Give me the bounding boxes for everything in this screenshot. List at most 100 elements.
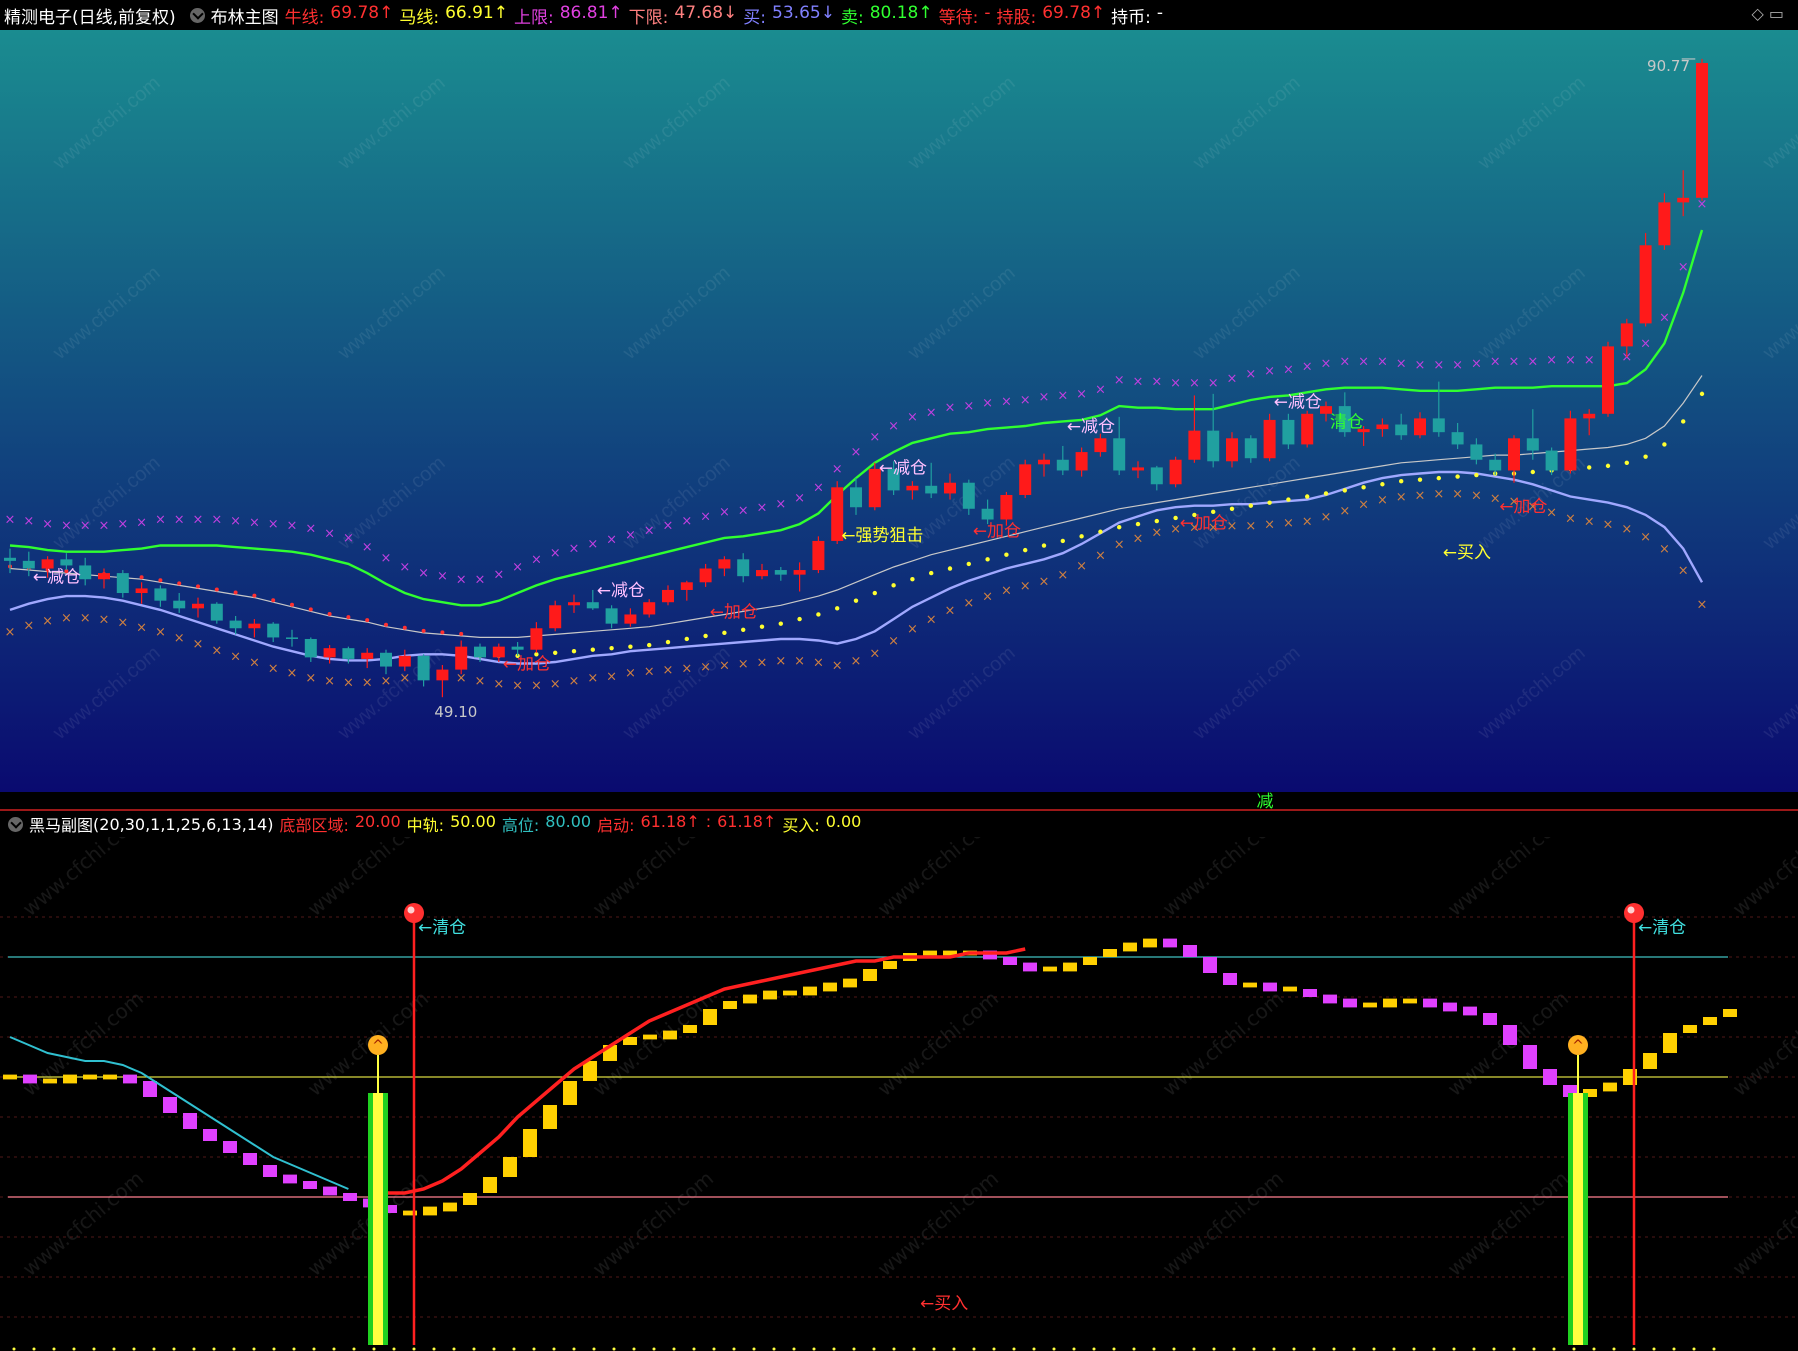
- header-item-label: 买:: [743, 7, 767, 28]
- momentum-bar: [1263, 982, 1277, 992]
- upper-x-marker: ×: [1321, 356, 1332, 371]
- baseline-dot: [792, 1347, 796, 1351]
- lower-x-marker: ×: [832, 659, 843, 674]
- lower-x-marker: ×: [1358, 498, 1369, 513]
- header-item-value: 66.91: [445, 2, 494, 23]
- lower-x-marker: ×: [1245, 519, 1256, 534]
- momentum-bar: [443, 1202, 457, 1212]
- baseline-dot: [1152, 1347, 1156, 1351]
- buy-signal-chevron: ^: [372, 1038, 384, 1054]
- lower-x-marker: ×: [982, 590, 993, 605]
- candle-body: [1226, 438, 1238, 462]
- watermark-text: www.cfchi.com: [588, 837, 718, 921]
- sub-header-item-arrow: ↑: [686, 812, 700, 831]
- candle-body: [1432, 418, 1445, 433]
- baseline-dot: [1432, 1347, 1436, 1351]
- momentum-bar: [663, 1030, 677, 1040]
- yellow-dot: [684, 636, 689, 642]
- candle-body: [304, 638, 317, 658]
- watermark-text: www.cfchi.com: [873, 837, 1003, 921]
- watermark-text: www.cfchi.com: [873, 1166, 1003, 1281]
- header-item-arrow: ↑: [493, 2, 508, 23]
- upper-x-marker: ×: [61, 519, 72, 534]
- upper-x-marker: ×: [1527, 355, 1538, 370]
- momentum-bar: [823, 982, 837, 992]
- candle-body: [1282, 419, 1295, 445]
- sub-indicator-menu-icon[interactable]: [8, 816, 23, 832]
- stock-name[interactable]: 精测电子: [4, 3, 72, 28]
- candle-body: [380, 652, 392, 667]
- upper-x-marker: ×: [1509, 355, 1520, 370]
- yellow-dot: [1173, 515, 1178, 521]
- baseline-dot: [572, 1347, 576, 1351]
- baseline-dot: [332, 1347, 336, 1351]
- upper-x-marker: ×: [982, 396, 993, 411]
- baseline-dot: [212, 1347, 216, 1351]
- lower-x-marker: ×: [211, 643, 222, 658]
- candle-body: [962, 482, 975, 509]
- candle-body: [192, 603, 204, 609]
- yellow-dot: [1286, 497, 1291, 502]
- baseline-dot: [32, 1347, 36, 1351]
- sub-header-item-label: :: [705, 812, 712, 831]
- baseline-dot: [672, 1347, 676, 1351]
- candle-body: [455, 646, 468, 670]
- lower-x-marker: ×: [888, 634, 899, 649]
- yellow-dot: [797, 616, 802, 622]
- baseline-dot: [1352, 1347, 1356, 1351]
- candle-body: [1244, 438, 1257, 459]
- lower-x-marker: ×: [1584, 515, 1595, 530]
- window-control-icons[interactable]: ◇ ▭: [1751, 4, 1784, 23]
- period-label[interactable]: (日线,前复权): [72, 3, 176, 28]
- upper-x-marker: ×: [1283, 362, 1294, 377]
- lower-x-marker: ×: [1114, 538, 1125, 553]
- momentum-bar: [1403, 998, 1417, 1004]
- candle-body: [342, 648, 355, 659]
- yellow-dot: [872, 590, 877, 596]
- upper-x-marker: ×: [738, 503, 749, 518]
- baseline-dot: [592, 1347, 596, 1351]
- candle-body: [1188, 430, 1201, 460]
- sub-indicator-chart[interactable]: www.cfchi.com www.cfchi.com www.cfchi.com w…: [0, 837, 1798, 1351]
- lower-x-marker: ×: [644, 665, 655, 680]
- header-item-label: 下限:: [628, 7, 669, 28]
- high-arrow: —: [1681, 49, 1696, 67]
- sub-header-item-label: 高位:: [501, 816, 540, 835]
- lower-x-marker: ×: [99, 613, 110, 628]
- yellow-dot: [1399, 478, 1404, 484]
- upper-x-marker: ×: [230, 514, 241, 529]
- upper-x-marker: ×: [174, 513, 185, 528]
- indicator-name[interactable]: 布林主图: [211, 3, 279, 28]
- baseline-dot: [1232, 1347, 1236, 1351]
- lower-x-marker: ×: [1377, 493, 1388, 508]
- sub-indicator-name[interactable]: 黑马副图: [29, 812, 93, 836]
- candle-body: [605, 608, 618, 624]
- momentum-bar: [143, 1081, 157, 1097]
- upper-x-marker: ×: [832, 462, 843, 477]
- candle-body: [210, 603, 223, 621]
- candle-body: [568, 602, 580, 606]
- upper-x-marker: ×: [399, 560, 410, 575]
- candle-body: [511, 646, 524, 650]
- momentum-bar: [1223, 973, 1237, 985]
- momentum-bar: [683, 1025, 697, 1033]
- yellow-dot: [1417, 477, 1423, 482]
- watermark-text: www.cfchi.com: [18, 837, 148, 921]
- baseline-dot: [372, 1347, 376, 1351]
- yellow-dot: [1662, 442, 1667, 447]
- lower-x-marker: ×: [1339, 504, 1350, 519]
- lower-x-marker: ×: [174, 631, 185, 646]
- baseline-dot: [392, 1347, 396, 1351]
- momentum-bar: [1463, 1006, 1477, 1016]
- baseline-dot: [952, 1347, 956, 1351]
- upper-x-marker: ×: [963, 399, 974, 414]
- baseline-dot: [272, 1347, 276, 1351]
- candle-body: [323, 648, 336, 658]
- indicator-menu-icon[interactable]: [189, 7, 205, 23]
- momentum-bar: [1643, 1053, 1657, 1069]
- candle-body: [286, 637, 298, 639]
- lower-x-marker: ×: [268, 662, 279, 677]
- start-line: [386, 947, 1026, 1195]
- baseline-dot: [1072, 1347, 1076, 1351]
- main-price-chart[interactable]: www.cfchi.com www.cfchi.com www.cfchi.com w…: [0, 30, 1798, 820]
